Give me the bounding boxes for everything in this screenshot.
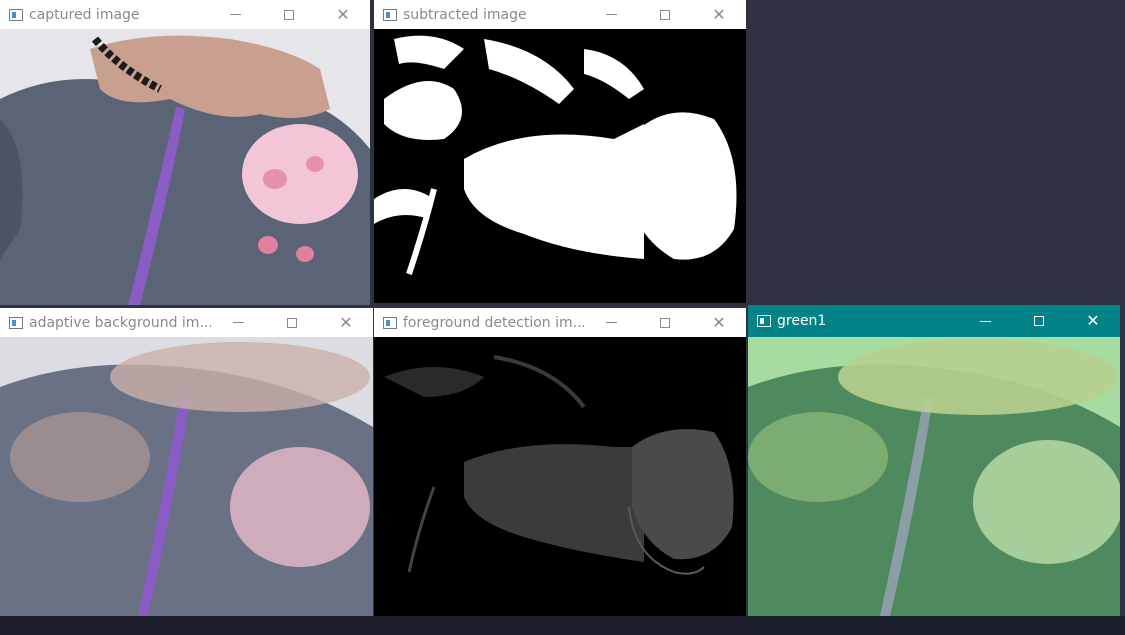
titlebar[interactable]: adaptive background im... ✕: [0, 308, 373, 337]
camera-frame-image: [0, 29, 370, 305]
close-button[interactable]: ✕: [319, 308, 373, 337]
minimize-button[interactable]: [211, 308, 265, 337]
subtracted-image-view: [374, 29, 746, 303]
titlebar[interactable]: captured image ✕: [0, 0, 370, 29]
window-app-icon: [383, 8, 397, 21]
close-icon: ✕: [339, 312, 353, 332]
minimize-button[interactable]: [958, 305, 1012, 337]
minimize-icon: [232, 322, 244, 323]
window-app-icon: [757, 315, 771, 327]
minimize-icon: [979, 320, 991, 322]
maximize-button[interactable]: [638, 308, 692, 337]
maximize-button[interactable]: [638, 0, 692, 29]
minimize-button[interactable]: [208, 0, 262, 29]
close-button[interactable]: ✕: [1066, 305, 1120, 337]
window-title: subtracted image: [403, 6, 527, 23]
titlebar[interactable]: green1 ✕: [748, 305, 1120, 337]
close-icon: ✕: [336, 4, 350, 24]
window-green1[interactable]: green1 ✕: [748, 305, 1120, 616]
window-app-icon: [9, 316, 23, 329]
close-button[interactable]: ✕: [316, 0, 370, 29]
green-tinted-image: [748, 337, 1120, 616]
minimize-icon: [229, 14, 241, 15]
minimize-button[interactable]: [584, 0, 638, 29]
window-title: green1: [777, 313, 827, 329]
window-title: foreground detection im...: [403, 314, 584, 331]
binary-mask-image: [374, 29, 746, 303]
maximize-icon: [284, 9, 294, 20]
captured-image-view: [0, 29, 370, 305]
titlebar[interactable]: subtracted image ✕: [374, 0, 746, 29]
maximize-button[interactable]: [265, 308, 319, 337]
blended-background-image: [0, 337, 373, 616]
adaptive-background-view: [0, 337, 373, 616]
maximize-icon: [660, 317, 670, 328]
green1-view: [748, 337, 1120, 616]
close-icon: ✕: [712, 312, 726, 332]
window-title: captured image: [29, 6, 140, 23]
maximize-icon: [660, 9, 670, 20]
titlebar[interactable]: foreground detection im... ✕: [374, 308, 746, 337]
taskbar: [0, 616, 1125, 635]
close-icon: ✕: [1086, 311, 1100, 330]
minimize-icon: [605, 322, 617, 323]
window-title: adaptive background im...: [29, 314, 211, 331]
minimize-icon: [605, 14, 617, 15]
maximize-icon: [1034, 316, 1044, 326]
window-foreground-detection[interactable]: foreground detection im... ✕: [374, 308, 746, 616]
maximize-icon: [287, 317, 297, 328]
minimize-button[interactable]: [584, 308, 638, 337]
window-app-icon: [383, 316, 397, 329]
close-icon: ✕: [712, 4, 726, 24]
window-subtracted-image[interactable]: subtracted image ✕: [374, 0, 746, 303]
window-adaptive-background[interactable]: adaptive background im... ✕: [0, 308, 373, 616]
maximize-button[interactable]: [262, 0, 316, 29]
close-button[interactable]: ✕: [692, 0, 746, 29]
window-captured-image[interactable]: captured image ✕: [0, 0, 370, 305]
close-button[interactable]: ✕: [692, 308, 746, 337]
window-app-icon: [9, 8, 23, 21]
maximize-button[interactable]: [1012, 305, 1066, 337]
foreground-image: [374, 337, 746, 616]
foreground-detection-view: [374, 337, 746, 616]
